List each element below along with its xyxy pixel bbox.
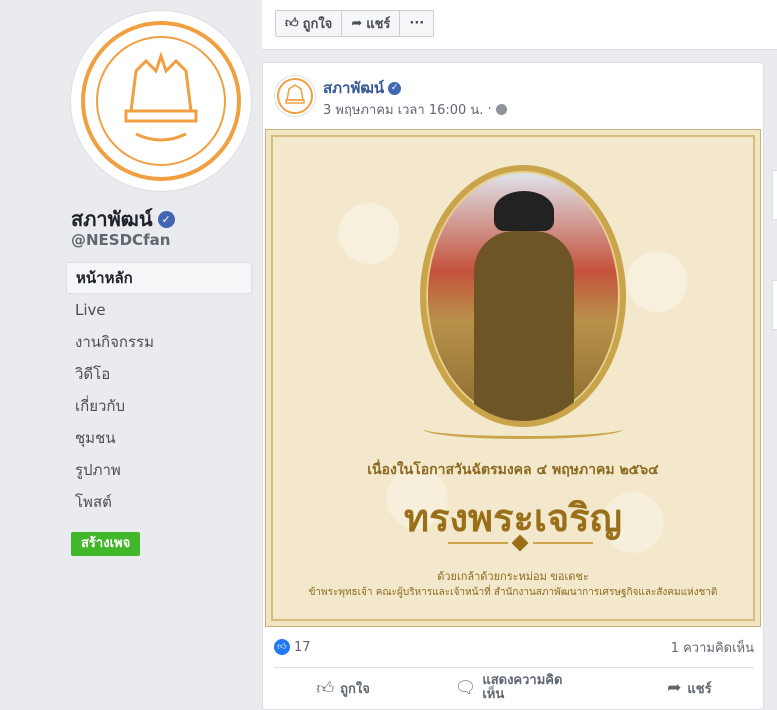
verified-icon: ✓ xyxy=(157,210,175,228)
page-profile-picture[interactable] xyxy=(70,10,252,192)
page-nav: หน้าหลัก Live งานกิจกรรม วิดีโอ เกี่ยวกั… xyxy=(66,262,252,518)
reaction-summary[interactable]: 👍︎ 17 xyxy=(274,639,311,655)
share-button[interactable]: ➦ แชร์ xyxy=(667,678,711,699)
post-actions: 👍︎ ถูกใจ 🗨︎ แสดงความคิดเห็น ➦ แชร์ xyxy=(274,671,754,705)
nesdc-logo-icon xyxy=(81,21,241,181)
share-arrow-icon: ➦ xyxy=(351,16,363,31)
nesdc-logo-small-icon xyxy=(277,78,313,114)
portrait-figure xyxy=(474,231,574,421)
post-author-avatar[interactable] xyxy=(274,75,316,117)
like-reaction-icon: 👍︎ xyxy=(274,639,290,655)
left-column: สภาพัฒน์ ✓ @NESDCfan หน้าหลัก Live งานกิ… xyxy=(0,0,262,710)
like-page-label: ถูกใจ xyxy=(302,17,333,32)
ornament-rule-left xyxy=(448,542,508,544)
image-caption-blessing: ด้วยเกล้าด้วยกระหม่อม ขอเดชะ xyxy=(437,570,589,583)
divider xyxy=(274,667,754,668)
ornament-rule-right xyxy=(533,542,593,544)
like-button-label: ถูกใจ xyxy=(340,681,370,697)
thumbs-up-icon: 👍︎ xyxy=(316,678,335,699)
share-button-label: แชร์ xyxy=(687,681,712,697)
page-handle[interactable]: @NESDCfan xyxy=(71,231,170,249)
right-panel-edge xyxy=(772,280,777,330)
nav-item-about[interactable]: เกี่ยวกับ xyxy=(66,390,252,422)
image-caption-occasion: เนื่องในโอกาสวันฉัตรมงคล ๔ พฤษภาคม ๒๕๖๔ xyxy=(367,462,659,478)
like-count[interactable]: 17 xyxy=(294,640,311,655)
post-image[interactable]: เนื่องในโอกาสวันฉัตรมงคล ๔ พฤษภาคม ๒๕๖๔ … xyxy=(265,129,761,627)
more-icon: ··· xyxy=(409,16,425,31)
share-arrow-icon: ➦ xyxy=(667,678,682,698)
nav-item-home[interactable]: หน้าหลัก xyxy=(66,262,252,294)
action-button-group: 👍︎ ถูกใจ ➦ แชร์ ··· xyxy=(275,10,435,37)
nav-item-videos[interactable]: วิดีโอ xyxy=(66,358,252,390)
create-page-button[interactable]: สร้างเพจ xyxy=(71,532,141,556)
post-author-name[interactable]: สภาพัฒน์ xyxy=(323,76,384,100)
comment-button-label: แสดงความคิดเห็น xyxy=(482,673,563,702)
image-frame: เนื่องในโอกาสวันฉัตรมงคล ๔ พฤษภาคม ๒๕๖๔ … xyxy=(271,135,755,621)
share-page-button[interactable]: ➦ แชร์ xyxy=(341,10,401,37)
page-action-bar: 👍︎ ถูกใจ ➦ แชร์ ··· xyxy=(262,0,777,50)
ornament-scroll xyxy=(423,419,623,439)
post-timestamp[interactable]: 3 พฤษภาคม เวลา 16:00 น. · xyxy=(323,99,507,120)
comment-icon: 🗨︎ xyxy=(454,678,477,698)
nav-item-photos[interactable]: รูปภาพ xyxy=(66,454,252,486)
globe-icon xyxy=(495,104,507,115)
nav-item-community[interactable]: ชุมชน xyxy=(66,422,252,454)
nav-item-live[interactable]: Live xyxy=(66,294,252,326)
more-button[interactable]: ··· xyxy=(399,10,435,37)
share-page-label: แชร์ xyxy=(366,17,391,32)
image-caption-signature: ข้าพระพุทธเจ้า คณะผู้บริหารและเจ้าหน้าที… xyxy=(308,587,718,598)
post-time-text[interactable]: 3 พฤษภาคม เวลา 16:00 น. xyxy=(323,99,483,120)
post-stats: 👍︎ 17 1 ความคิดเห็น xyxy=(274,636,754,658)
right-panel-edge xyxy=(772,170,777,220)
like-button[interactable]: 👍︎ ถูกใจ xyxy=(316,678,369,699)
time-separator: · xyxy=(487,102,492,117)
verified-icon: ✓ xyxy=(388,81,402,95)
thumbs-up-icon: 👍︎ xyxy=(285,16,299,31)
image-title: ทรงพระเจริญ xyxy=(404,495,622,540)
portrait-hat xyxy=(494,191,554,231)
comment-count[interactable]: 1 ความคิดเห็น xyxy=(671,637,754,658)
post-author[interactable]: สภาพัฒน์ ✓ xyxy=(323,76,402,100)
royal-portrait xyxy=(420,165,626,427)
post-card: สภาพัฒน์ ✓ 3 พฤษภาคม เวลา 16:00 น. · เนื… xyxy=(262,62,764,710)
nav-item-events[interactable]: งานกิจกรรม xyxy=(66,326,252,358)
like-page-button[interactable]: 👍︎ ถูกใจ xyxy=(275,10,343,37)
nav-item-posts[interactable]: โพสต์ xyxy=(66,486,252,518)
comment-button[interactable]: 🗨︎ แสดงความคิดเห็น xyxy=(455,674,583,702)
